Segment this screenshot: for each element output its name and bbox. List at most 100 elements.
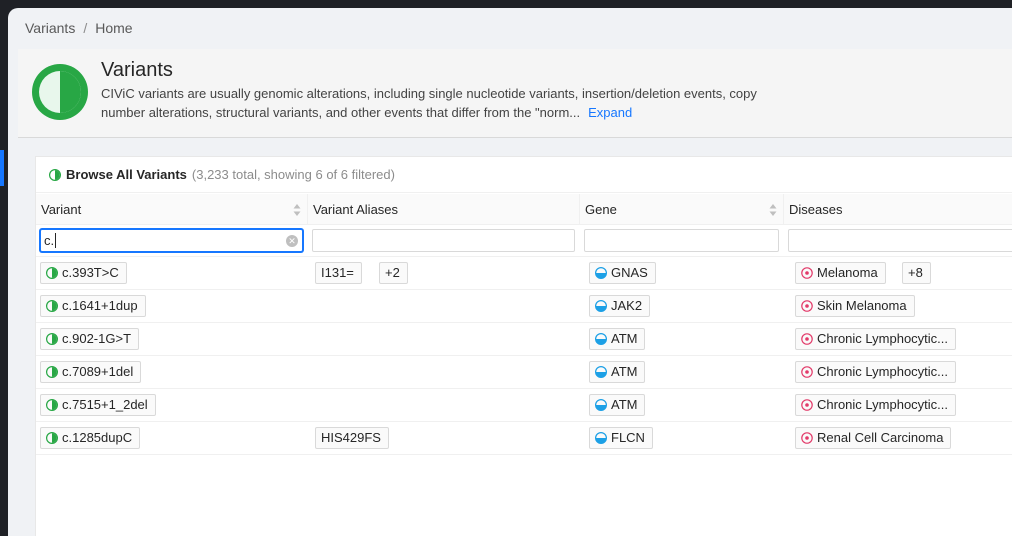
variant-tag[interactable]: c.7515+1_2del bbox=[40, 394, 156, 416]
variant-icon bbox=[49, 168, 61, 181]
variant-icon bbox=[46, 366, 58, 378]
breadcrumb-item-variants[interactable]: Variants bbox=[25, 20, 75, 36]
breadcrumb: Variants / Home bbox=[25, 20, 133, 36]
disease-name: Chronic Lymphocytic... bbox=[817, 331, 949, 346]
filter-row: c. ✕ bbox=[36, 225, 1012, 257]
disease-icon bbox=[801, 366, 813, 378]
column-header-aliases: Variant Aliases bbox=[308, 194, 580, 225]
column-label-aliases: Variant Aliases bbox=[313, 202, 399, 217]
table-header-row: Variant Variant Aliases Gene Diseases bbox=[36, 194, 1012, 225]
app-content: Variants / Home Variants CIViC variants … bbox=[8, 8, 1012, 536]
breadcrumb-separator: / bbox=[83, 20, 88, 36]
disease-tag[interactable]: Chronic Lymphocytic... bbox=[795, 394, 957, 416]
gene-tag[interactable]: ATM bbox=[589, 328, 646, 350]
variant-tag[interactable]: c.1641+1dup bbox=[40, 295, 146, 317]
alias-tag[interactable]: I131= bbox=[315, 262, 362, 284]
expand-link[interactable]: Expand bbox=[588, 105, 632, 120]
table-row: c.7089+1del ATM Chronic Lymphocytic... bbox=[36, 356, 1012, 389]
variant-icon bbox=[46, 300, 58, 312]
gene-name: ATM bbox=[611, 331, 638, 346]
disease-name: Renal Cell Carcinoma bbox=[817, 430, 944, 445]
alias-name: I131= bbox=[321, 265, 354, 280]
gene-name: GNAS bbox=[611, 265, 648, 280]
alias-more-count: +2 bbox=[385, 265, 400, 280]
gene-name: JAK2 bbox=[611, 298, 643, 313]
variant-name: c.393T>C bbox=[62, 265, 119, 280]
disease-tag[interactable]: Melanoma bbox=[795, 262, 886, 284]
window-frame: Variants / Home Variants CIViC variants … bbox=[0, 0, 1012, 536]
table-title: Browse All Variants bbox=[66, 167, 187, 182]
gene-tag[interactable]: ATM bbox=[589, 361, 646, 383]
disease-icon bbox=[801, 300, 813, 312]
gene-tag[interactable]: GNAS bbox=[589, 262, 656, 284]
column-header-gene[interactable]: Gene bbox=[580, 194, 784, 225]
disease-more-tag[interactable]: +8 bbox=[902, 262, 931, 284]
disease-tag[interactable]: Chronic Lymphocytic... bbox=[795, 361, 957, 383]
gene-tag[interactable]: JAK2 bbox=[589, 295, 651, 317]
variant-name: c.7089+1del bbox=[62, 364, 134, 379]
disease-icon bbox=[801, 399, 813, 411]
disease-name: Skin Melanoma bbox=[817, 298, 907, 313]
variant-icon bbox=[46, 267, 58, 279]
sort-icon[interactable] bbox=[293, 203, 301, 217]
variant-filter-input[interactable]: c. ✕ bbox=[40, 229, 303, 252]
table-row: c.393T>C I131= +2 GNAS Melanoma +8 bbox=[36, 257, 1012, 290]
alias-more-tag[interactable]: +2 bbox=[379, 262, 408, 284]
variant-icon bbox=[46, 432, 58, 444]
sort-icon[interactable] bbox=[769, 203, 777, 217]
variant-name: c.902-1G>T bbox=[62, 331, 132, 346]
disease-name: Chronic Lymphocytic... bbox=[817, 364, 949, 379]
gene-tag[interactable]: ATM bbox=[589, 394, 646, 416]
page-description: CIViC variants are usually genomic alter… bbox=[101, 84, 761, 122]
page-title: Variants bbox=[101, 59, 173, 81]
table-row: c.7515+1_2del ATM Chronic Lymphocytic... bbox=[36, 389, 1012, 422]
gene-icon bbox=[595, 333, 607, 345]
gene-icon bbox=[595, 267, 607, 279]
gene-name: ATM bbox=[611, 364, 638, 379]
variant-name: c.1641+1dup bbox=[62, 298, 138, 313]
variants-table-card: Browse All Variants (3,233 total, showin… bbox=[35, 156, 1012, 536]
alias-tag[interactable]: HIS429FS bbox=[315, 427, 389, 449]
column-label-gene: Gene bbox=[585, 202, 617, 217]
table-row: c.1641+1dup JAK2 Skin Melanoma bbox=[36, 290, 1012, 323]
disease-name: Chronic Lymphocytic... bbox=[817, 397, 949, 412]
gene-icon bbox=[595, 300, 607, 312]
disease-icon bbox=[801, 333, 813, 345]
variant-tag[interactable]: c.1285dupC bbox=[40, 427, 141, 449]
alias-name: HIS429FS bbox=[321, 430, 381, 445]
disease-icon bbox=[801, 432, 813, 444]
gene-name: ATM bbox=[611, 397, 638, 412]
text-cursor bbox=[55, 233, 57, 248]
sidebar-active-indicator bbox=[0, 150, 4, 186]
breadcrumb-item-home: Home bbox=[95, 20, 133, 36]
variant-filter-value: c. bbox=[44, 233, 55, 248]
diseases-filter-input[interactable] bbox=[788, 229, 1012, 252]
disease-more-count: +8 bbox=[908, 265, 923, 280]
clear-icon[interactable]: ✕ bbox=[286, 235, 298, 247]
disease-tag[interactable]: Skin Melanoma bbox=[795, 295, 915, 317]
disease-tag[interactable]: Chronic Lymphocytic... bbox=[795, 328, 957, 350]
variant-tag[interactable]: c.7089+1del bbox=[40, 361, 142, 383]
column-label-diseases: Diseases bbox=[789, 202, 843, 217]
variant-large-icon bbox=[32, 64, 88, 120]
variant-name: c.7515+1_2del bbox=[62, 397, 148, 412]
gene-icon bbox=[595, 399, 607, 411]
gene-tag[interactable]: FLCN bbox=[589, 427, 653, 449]
column-header-variant[interactable]: Variant bbox=[36, 194, 308, 225]
variant-icon bbox=[46, 399, 58, 411]
variant-tag[interactable]: c.393T>C bbox=[40, 262, 127, 284]
gene-name: FLCN bbox=[611, 430, 645, 445]
table-row: c.902-1G>T ATM Chronic Lymphocytic... bbox=[36, 323, 1012, 356]
table-card-header: Browse All Variants (3,233 total, showin… bbox=[36, 157, 1012, 193]
gene-filter-input[interactable] bbox=[584, 229, 779, 252]
variant-tag[interactable]: c.902-1G>T bbox=[40, 328, 140, 350]
aliases-filter-input[interactable] bbox=[312, 229, 575, 252]
disease-icon bbox=[801, 267, 813, 279]
variant-icon bbox=[46, 333, 58, 345]
description-text: CIViC variants are usually genomic alter… bbox=[101, 86, 757, 120]
table-row: c.1285dupC HIS429FS FLCN Renal Cell Carc… bbox=[36, 422, 1012, 455]
disease-name: Melanoma bbox=[817, 265, 878, 280]
page-header: Variants CIViC variants are usually geno… bbox=[18, 49, 1012, 138]
gene-icon bbox=[595, 366, 607, 378]
disease-tag[interactable]: Renal Cell Carcinoma bbox=[795, 427, 952, 449]
